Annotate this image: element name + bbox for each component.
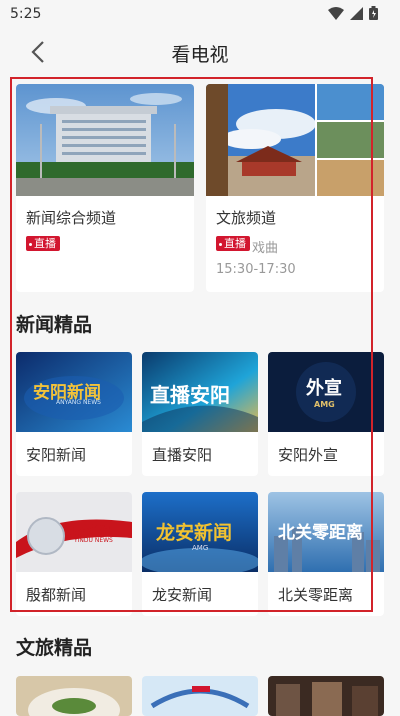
thumb-subtitle: AMG — [314, 400, 335, 409]
program-time: 15:30-17:30 — [216, 262, 296, 277]
thumb-subtitle: YINDU NEWS — [74, 537, 113, 544]
program-label: 北关零距离 — [278, 586, 354, 604]
program-label: 安阳外宣 — [278, 446, 339, 464]
culture-card-3[interactable] — [268, 676, 384, 716]
current-program: 戏曲 — [252, 241, 279, 256]
section-title-news: 新闻精品 — [16, 314, 93, 336]
status-bar: 5:25 — [0, 0, 400, 30]
thumb-title: 殷都新闻 — [68, 524, 112, 537]
thumb-title: 龙安新闻 — [156, 522, 233, 544]
top-bar: 看电视 — [0, 30, 400, 74]
program-card-anyang-publicity[interactable]: 外宣 AMG 安阳外宣 — [268, 352, 384, 476]
thumb-title: 外宣 — [306, 378, 342, 399]
culture-card-1[interactable] — [16, 676, 132, 716]
program-card-yindu-news[interactable]: 殷都新闻 YINDU NEWS 殷都新闻 — [16, 492, 132, 616]
thumb-subtitle: ANYANG NEWS — [56, 399, 101, 406]
program-label: 安阳新闻 — [26, 446, 87, 464]
channel-thumbnail-news — [16, 84, 194, 196]
program-card-anyang-news[interactable]: 安阳新闻 ANYANG NEWS 安阳新闻 — [16, 352, 132, 476]
culture-thumbnail — [16, 676, 132, 716]
page-title: 看电视 — [171, 44, 229, 66]
channel-card-culture[interactable]: 文旅频道 直播 戏曲 15:30-17:30 — [206, 84, 384, 292]
culture-thumbnail — [142, 676, 258, 716]
live-badge: 直播 — [26, 236, 60, 251]
live-badge: 直播 — [216, 236, 250, 251]
channel-card-news[interactable]: 新闻综合频道 直播 — [16, 84, 194, 292]
channel-name-culture: 文旅频道 — [216, 209, 277, 227]
culture-card-2[interactable] — [142, 676, 258, 716]
channel-name-news: 新闻综合频道 — [26, 209, 117, 227]
section-title-culture: 文旅精品 — [16, 637, 93, 659]
program-label: 殷都新闻 — [26, 586, 87, 604]
thumb-title: 直播安阳 — [150, 383, 230, 407]
program-card-live-anyang[interactable]: 直播安阳 直播安阳 — [142, 352, 258, 476]
signal-icon — [350, 6, 363, 20]
program-card-longan-news[interactable]: 龙安新闻 AMG 龙安新闻 — [142, 492, 258, 616]
program-label: 龙安新闻 — [152, 586, 213, 604]
channel-thumbnail-culture — [206, 84, 384, 196]
thumb-subtitle: AMG — [192, 544, 209, 552]
status-time: 5:25 — [10, 6, 42, 22]
thumb-title: 北关零距离 — [278, 523, 363, 543]
battery-icon — [369, 6, 378, 20]
culture-thumbnail — [268, 676, 384, 716]
program-card-beiguan[interactable]: 北关零距离 北关零距离 — [268, 492, 384, 616]
wifi-icon — [328, 6, 344, 20]
program-label: 直播安阳 — [152, 446, 213, 464]
